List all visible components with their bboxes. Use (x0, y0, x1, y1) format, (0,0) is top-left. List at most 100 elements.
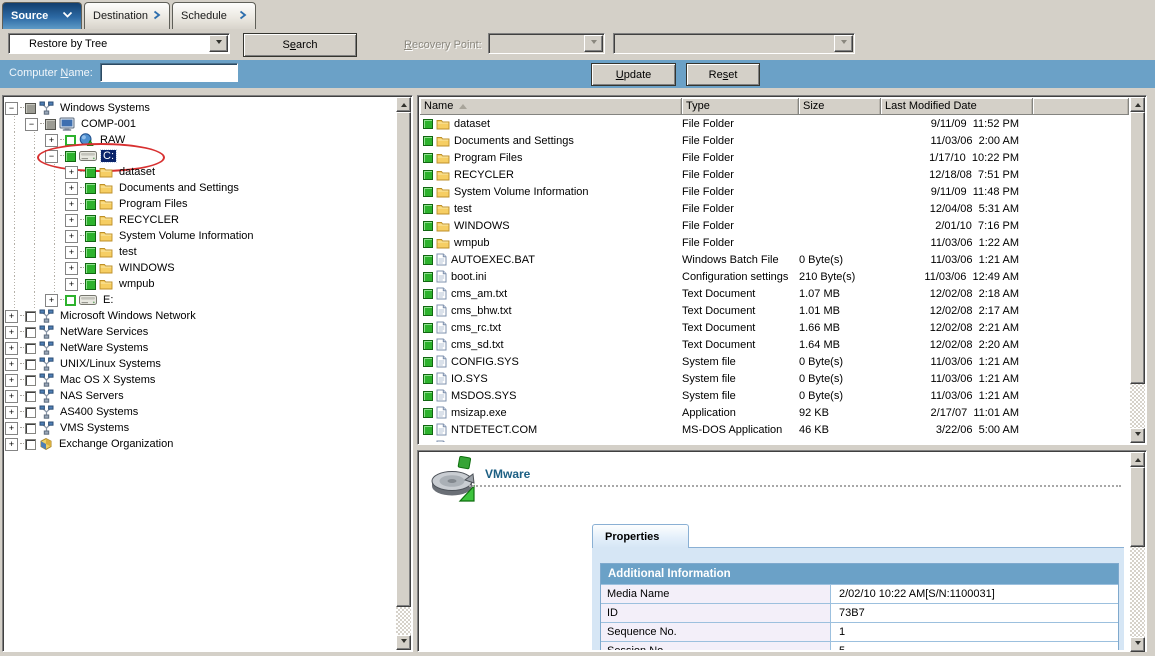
tree-checkbox-green[interactable] (65, 151, 76, 162)
file-row-autoexec-bat[interactable]: AUTOEXEC.BATWindows Batch File0 Byte(s)1… (420, 251, 1129, 268)
expand-icon[interactable]: + (45, 134, 58, 147)
tree-item-system-volume-information[interactable]: +System Volume Information (5, 228, 395, 244)
tree-item-label[interactable]: VMS Systems (58, 422, 131, 434)
expand-icon[interactable]: + (5, 422, 18, 435)
tree-item-exchange-organization[interactable]: +Exchange Organization (5, 436, 395, 452)
tree-checkbox-green[interactable] (85, 199, 96, 210)
file-checkbox-checked[interactable] (423, 289, 433, 299)
file-row-documents-and-settings[interactable]: Documents and SettingsFile Folder11/03/0… (420, 132, 1129, 149)
expand-icon[interactable]: + (5, 310, 18, 323)
tree-checkbox-gray[interactable] (45, 119, 56, 130)
file-row-cms-sd-txt[interactable]: cms_sd.txtText Document1.64 MB12/02/08 2… (420, 336, 1129, 353)
tree-item-netware-systems[interactable]: +NetWare Systems (5, 340, 395, 356)
tree-item-label[interactable]: WINDOWS (117, 262, 177, 274)
file-checkbox-checked[interactable] (423, 153, 433, 163)
tree-checkbox-empty[interactable] (25, 343, 36, 354)
file-checkbox-checked[interactable] (423, 340, 433, 350)
tab-schedule[interactable]: Schedule (172, 2, 256, 29)
tree-item-raw[interactable]: +RAW (5, 132, 395, 148)
expand-icon[interactable]: + (5, 358, 18, 371)
tree-checkbox-green[interactable] (85, 215, 96, 226)
column-header-name[interactable]: Name (420, 98, 682, 115)
file-checkbox-checked[interactable] (423, 425, 433, 435)
tree-item-label[interactable]: Program Files (117, 198, 189, 210)
dropdown-arrow-icon[interactable] (209, 35, 228, 52)
restore-mode-select[interactable]: Restore by Tree (8, 33, 230, 54)
column-header-type[interactable]: Type (682, 98, 799, 115)
computer-name-input[interactable] (100, 63, 238, 82)
file-row-system-volume-information[interactable]: System Volume InformationFile Folder9/11… (420, 183, 1129, 200)
tree-item-unix-linux-systems[interactable]: +UNIX/Linux Systems (5, 356, 395, 372)
tree-item-label[interactable]: Mac OS X Systems (58, 374, 157, 386)
tree-checkbox-green[interactable] (85, 247, 96, 258)
file-row-recycler[interactable]: RECYCLERFile Folder12/18/08 7:51 PM (420, 166, 1129, 183)
tree-item-label[interactable]: NetWare Services (58, 326, 150, 338)
collapse-icon[interactable]: − (45, 150, 58, 163)
file-row-boot-ini[interactable]: boot.iniConfiguration settings210 Byte(s… (420, 268, 1129, 285)
file-checkbox-checked[interactable] (423, 255, 433, 265)
tree-item-netware-services[interactable]: + NetWare Services (5, 324, 395, 340)
file-row-cms-bhw-txt[interactable]: cms_bhw.txtText Document1.01 MB12/02/08 … (420, 302, 1129, 319)
reset-button[interactable]: Reset (686, 63, 760, 86)
file-checkbox-checked[interactable] (423, 408, 433, 418)
collapse-icon[interactable]: − (5, 102, 18, 115)
tree-item-program-files[interactable]: + Program Files (5, 196, 395, 212)
tab-destination[interactable]: Destination (84, 2, 170, 29)
file-checkbox-checked[interactable] (423, 323, 433, 333)
tree-item-label[interactable]: NetWare Systems (58, 342, 150, 354)
collapse-icon[interactable]: − (25, 118, 38, 131)
tree-item-dataset[interactable]: +dataset (5, 164, 395, 180)
expand-icon[interactable]: + (5, 438, 18, 451)
expand-icon[interactable]: + (65, 182, 78, 195)
tree-item-vms-systems[interactable]: + VMS Systems (5, 420, 395, 436)
file-row-cms-rc-txt[interactable]: cms_rc.txtText Document1.66 MB12/02/08 2… (420, 319, 1129, 336)
tree-checkbox-empty[interactable] (25, 439, 36, 450)
file-row-config-sys[interactable]: CONFIG.SYSSystem file0 Byte(s)11/03/06 1… (420, 353, 1129, 370)
search-button[interactable]: Search (243, 33, 357, 57)
expand-icon[interactable]: + (65, 198, 78, 211)
tab-source[interactable]: Source (2, 2, 82, 29)
file-row-io-sys[interactable]: IO.SYSSystem file0 Byte(s)11/03/06 1:21 … (420, 370, 1129, 387)
tree-item-label[interactable]: System Volume Information (117, 230, 256, 242)
file-checkbox-checked[interactable] (423, 374, 433, 384)
file-checkbox-checked[interactable] (423, 272, 433, 282)
tree-item-windows-systems[interactable]: −Windows Systems (5, 100, 395, 116)
file-checkbox-checked[interactable] (423, 204, 433, 214)
tree-checkbox-green[interactable] (85, 279, 96, 290)
expand-icon[interactable]: + (65, 246, 78, 259)
column-header-size[interactable]: Size (799, 98, 881, 115)
expand-icon[interactable]: + (5, 326, 18, 339)
expand-icon[interactable]: + (65, 214, 78, 227)
scrollbar-thumb[interactable] (1130, 112, 1145, 384)
tree-scrollbar[interactable] (396, 97, 411, 650)
expand-icon[interactable]: + (5, 390, 18, 403)
file-checkbox-checked[interactable] (423, 170, 433, 180)
tree-item-recycler[interactable]: +RECYCLER (5, 212, 395, 228)
tree-item-label[interactable]: COMP-001 (79, 118, 138, 130)
scrollbar-thumb[interactable] (1130, 467, 1145, 547)
tree-checkbox-empty[interactable] (25, 391, 36, 402)
list-scrollbar[interactable] (1130, 97, 1145, 443)
tree-item-label[interactable]: dataset (117, 166, 157, 178)
tree-item-label[interactable]: wmpub (117, 278, 156, 290)
file-checkbox-checked[interactable] (423, 136, 433, 146)
tree-item-comp-001[interactable]: − COMP-001 (5, 116, 395, 132)
tree-checkbox-empty[interactable] (25, 327, 36, 338)
tree-item-documents-and-settings[interactable]: +Documents and Settings (5, 180, 395, 196)
tree-checkbox-green[interactable] (85, 231, 96, 242)
expand-icon[interactable]: + (45, 294, 58, 307)
tree-checkbox-outline[interactable] (65, 135, 76, 146)
tree-item-label[interactable]: NAS Servers (58, 390, 126, 402)
file-row-wmpub[interactable]: wmpubFile Folder11/03/06 1:22 AM (420, 234, 1129, 251)
file-row-ntldr[interactable]: ntldrFILE298 KB11/01/07 2:52 AM (420, 438, 1129, 442)
tree-item-label[interactable]: Microsoft Windows Network (58, 310, 198, 322)
file-checkbox-checked[interactable] (423, 391, 433, 401)
tree-checkbox-empty[interactable] (25, 359, 36, 370)
file-row-ntdetect-com[interactable]: NTDETECT.COMMS-DOS Application46 KB3/22/… (420, 421, 1129, 438)
tree-checkbox-green[interactable] (85, 167, 96, 178)
scroll-up-icon[interactable] (1130, 452, 1145, 467)
expand-icon[interactable]: + (5, 406, 18, 419)
tree-checkbox-gray[interactable] (25, 103, 36, 114)
scroll-up-icon[interactable] (1130, 97, 1145, 112)
tree-item-windows[interactable]: +WINDOWS (5, 260, 395, 276)
